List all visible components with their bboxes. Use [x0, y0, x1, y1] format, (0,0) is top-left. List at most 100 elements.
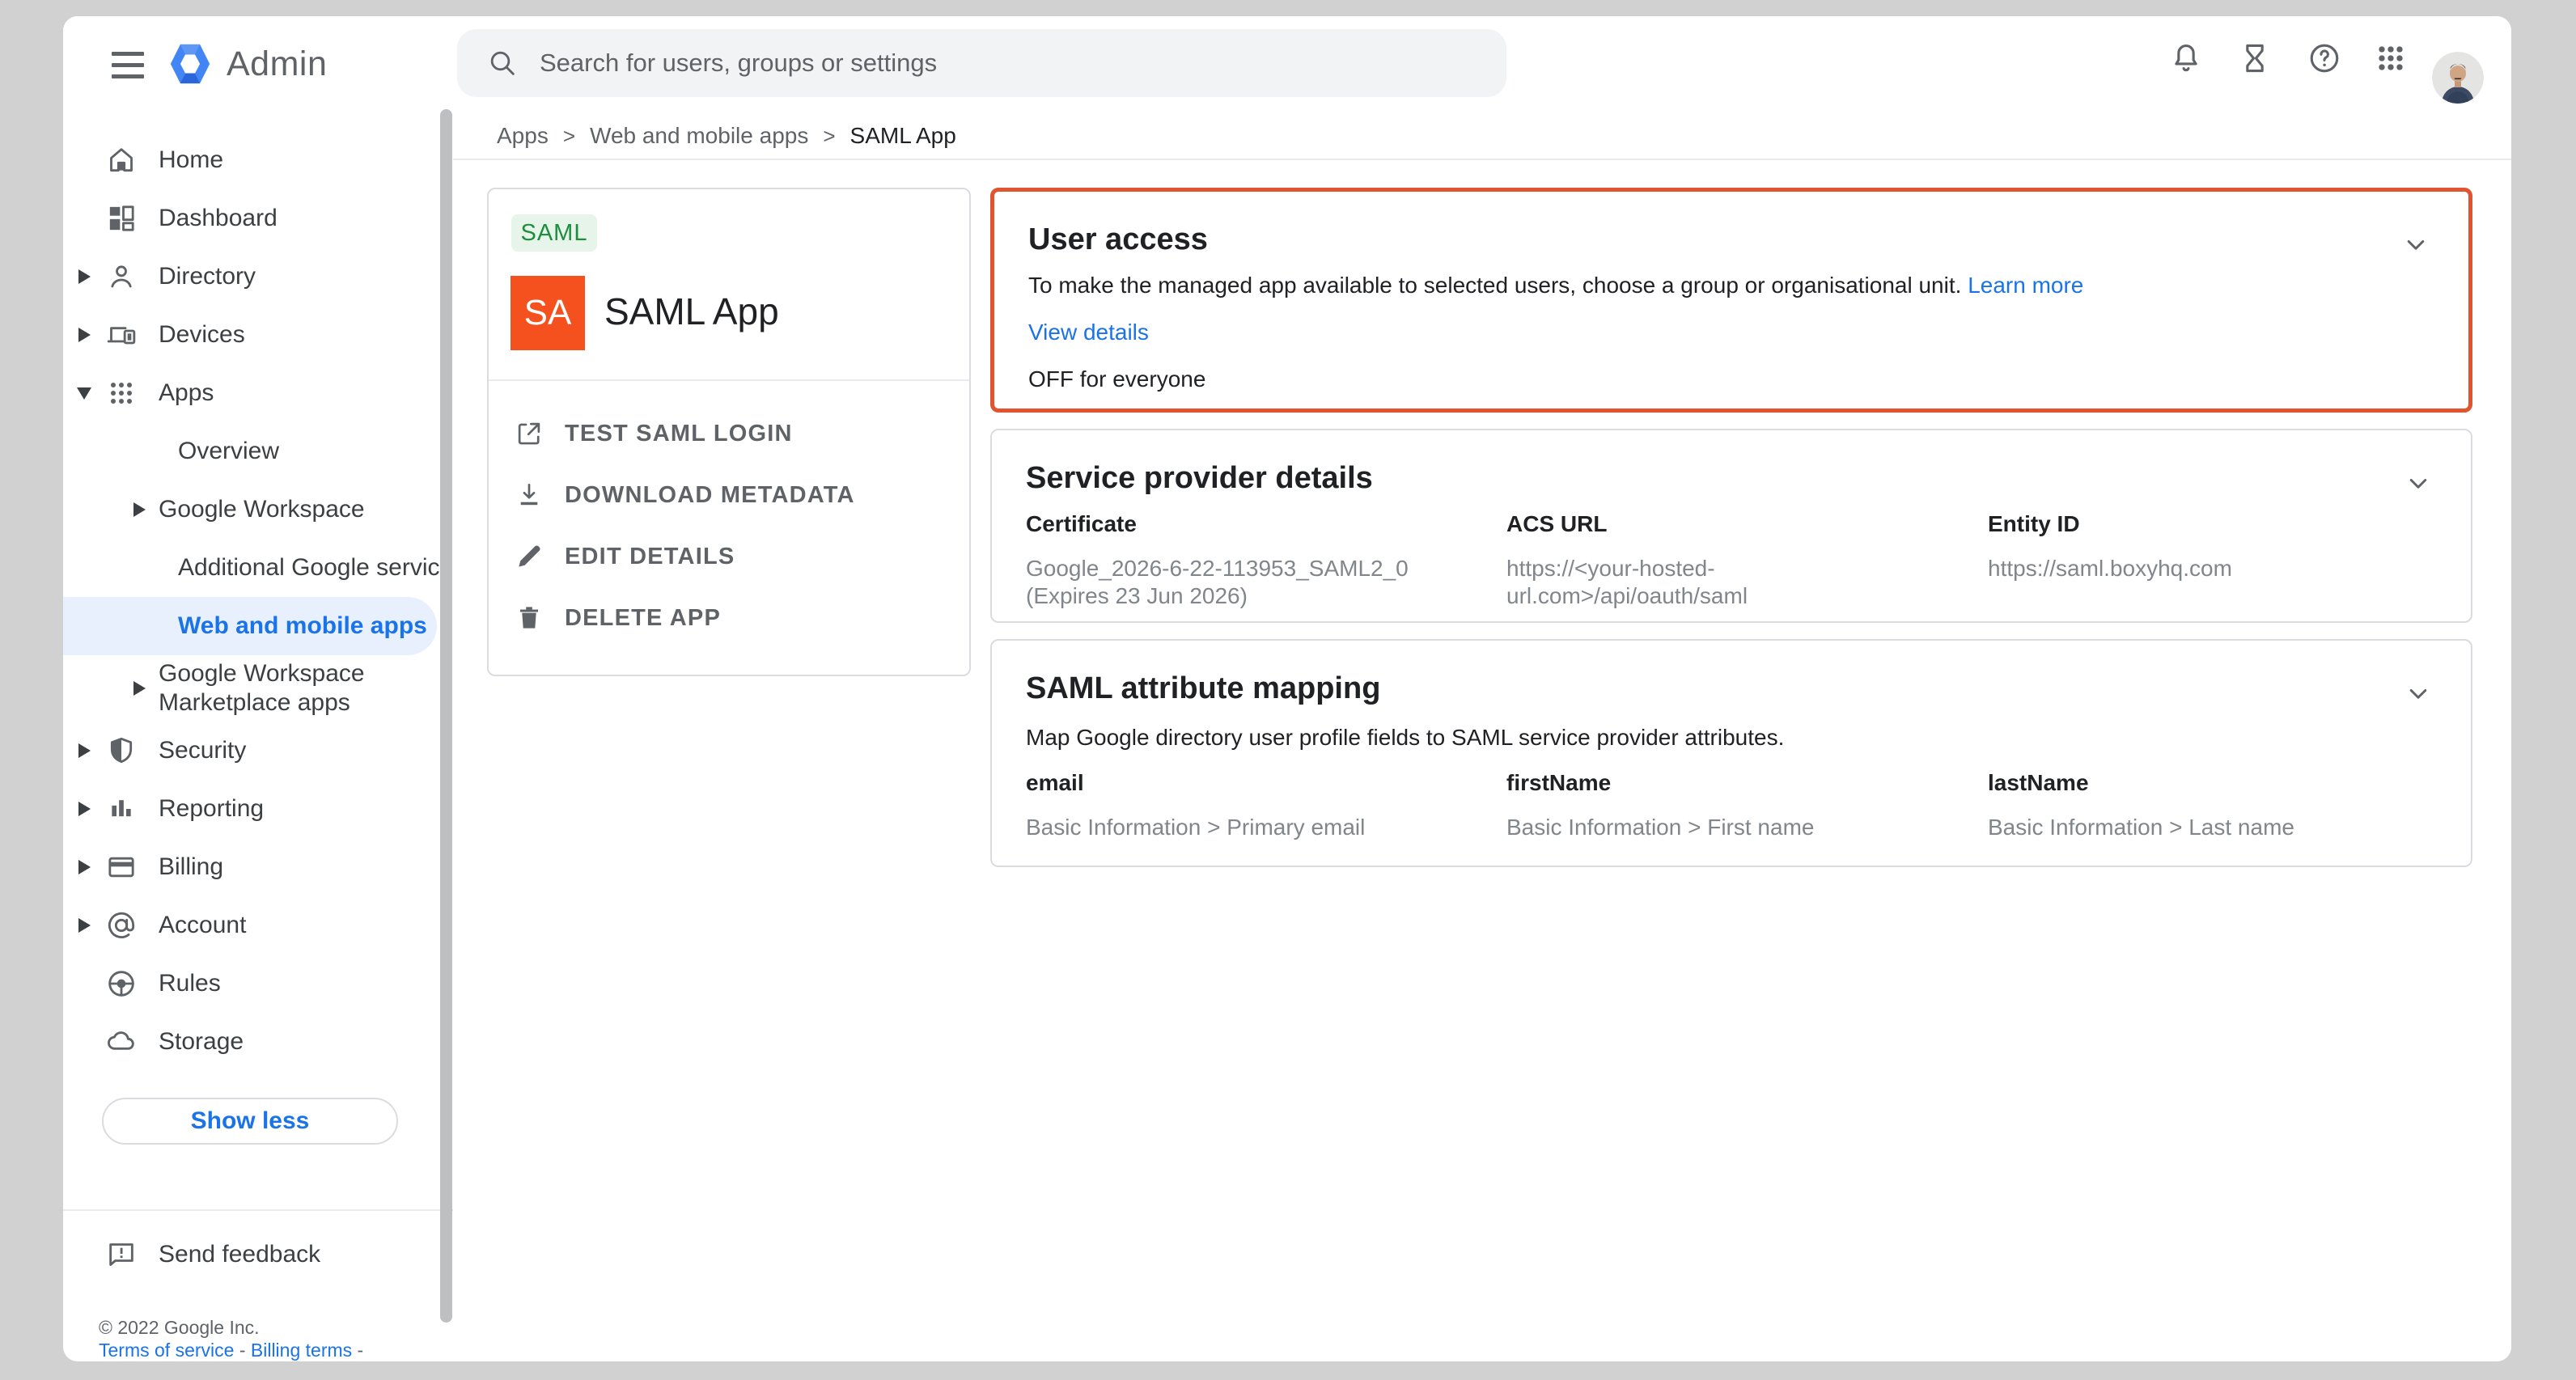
sidebar-footer: © 2022 Google Inc. Terms of service - Bi…	[63, 1316, 453, 1361]
user-access-title: User access	[1028, 222, 1208, 257]
sidebar-item-apps[interactable]: Apps	[63, 364, 453, 422]
expand-right-icon[interactable]	[73, 860, 95, 874]
person-icon	[104, 259, 139, 294]
cloud-icon	[104, 1024, 139, 1060]
sidebar-item-dashboard[interactable]: Dashboard	[63, 189, 453, 248]
apps-grid-icon[interactable]	[2371, 39, 2410, 78]
expand-right-icon[interactable]	[73, 328, 95, 342]
expand-right-icon[interactable]	[73, 743, 95, 758]
acs-url-value: https://<your-hosted-url.com>/api/oauth/…	[1506, 555, 1846, 610]
view-details-link[interactable]: View details	[1028, 320, 1149, 345]
expand-right-icon[interactable]	[73, 269, 95, 284]
card-divider	[489, 379, 969, 381]
sidebar-item-web-and-mobile-apps[interactable]: Web and mobile apps	[63, 597, 437, 655]
sidebar-item-google-workspace[interactable]: Google Workspace	[63, 480, 453, 539]
account-avatar[interactable]	[2432, 52, 2484, 104]
sidebar-item-reporting[interactable]: Reporting	[63, 780, 453, 838]
sidebar-item-home[interactable]: Home	[63, 131, 453, 189]
saml-badge: SAML	[511, 214, 597, 252]
app-title: SAML App	[604, 290, 779, 333]
attribute-mapping-title: SAML attribute mapping	[1026, 671, 1380, 706]
send-feedback-button[interactable]: Send feedback	[63, 1225, 453, 1284]
product-name: Admin	[227, 44, 327, 84]
pencil-icon	[511, 539, 547, 574]
test-saml-login-button[interactable]: TEST SAML LOGIN	[489, 403, 969, 464]
devices-icon	[104, 317, 139, 353]
top-app-bar: Admin	[63, 16, 2511, 113]
sidebar-item-additional-google-services[interactable]: Additional Google services	[63, 539, 453, 597]
breadcrumb-separator: >	[823, 124, 835, 149]
tasks-hourglass-icon[interactable]	[2235, 39, 2274, 78]
learn-more-link[interactable]: Learn more	[1968, 273, 2083, 298]
delete-app-button[interactable]: DELETE APP	[489, 587, 969, 649]
sidebar-item-rules[interactable]: Rules	[63, 955, 453, 1013]
sidebar-item-google-workspace-marketplace-apps[interactable]: Google Workspace Marketplace apps	[63, 655, 453, 722]
expand-right-icon[interactable]	[73, 802, 95, 816]
sidebar-item-label: Home	[159, 146, 223, 174]
chevron-down-icon[interactable]	[2399, 227, 2433, 265]
sidebar-scrollbar[interactable]	[440, 109, 452, 1323]
breadcrumb-separator: >	[563, 124, 575, 149]
search-icon	[486, 47, 519, 79]
sidebar-item-overview[interactable]: Overview	[63, 422, 453, 480]
feedback-icon	[104, 1237, 139, 1272]
user-access-description: To make the managed app available to sel…	[1028, 273, 2083, 298]
credit-card-icon	[104, 849, 139, 885]
help-icon[interactable]	[2305, 39, 2344, 78]
collapse-down-icon[interactable]	[73, 387, 95, 400]
saml-attribute-mapping-card: SAML attribute mapping Map Google direct…	[990, 639, 2472, 867]
expand-right-icon[interactable]	[128, 502, 150, 517]
chevron-down-icon[interactable]	[2401, 466, 2435, 504]
sidebar-item-storage[interactable]: Storage	[63, 1013, 453, 1071]
trash-icon	[511, 600, 547, 636]
sidebar-nav: Home Dashboard Directo	[63, 113, 453, 1361]
steering-wheel-icon	[104, 966, 139, 1001]
certificate-expiry: (Expires 23 Jun 2026)	[1026, 582, 1414, 610]
app-avatar: SA	[511, 276, 585, 350]
expand-right-icon[interactable]	[73, 918, 95, 933]
download-metadata-button[interactable]: DOWNLOAD METADATA	[489, 464, 969, 526]
breadcrumb-apps[interactable]: Apps	[497, 123, 549, 149]
entity-id-value: https://saml.boxyhq.com	[1988, 555, 2376, 582]
entity-id-label: Entity ID	[1988, 511, 2437, 537]
at-sign-icon	[104, 908, 139, 943]
admin-logo[interactable]: Admin	[167, 40, 327, 87]
app-actions: TEST SAML LOGIN DOWNLOAD METADATA	[489, 403, 969, 649]
entity-id-column: Entity ID https://saml.boxyhq.com	[1988, 511, 2437, 610]
sidebar-item-billing[interactable]: Billing	[63, 838, 453, 896]
service-provider-columns: Certificate Google_2026-6-22-113953_SAML…	[1026, 511, 2437, 610]
sidebar-item-devices[interactable]: Devices	[63, 306, 453, 364]
search-input[interactable]	[540, 49, 1506, 78]
terms-of-service-link[interactable]: Terms of service	[99, 1340, 234, 1361]
chevron-down-icon[interactable]	[2401, 676, 2435, 714]
dashboard-icon	[104, 201, 139, 236]
certificate-label: Certificate	[1026, 511, 1506, 537]
firstname-attribute-label: firstName	[1506, 770, 1988, 796]
search-bar[interactable]	[457, 29, 1506, 97]
acs-url-label: ACS URL	[1506, 511, 1988, 537]
acs-url-column: ACS URL https://<your-hosted-url.com>/ap…	[1506, 511, 1988, 610]
admin-hexagon-icon	[167, 40, 214, 87]
admin-console-window: Admin	[63, 16, 2511, 1361]
user-access-status: OFF for everyone	[1028, 366, 1205, 392]
download-icon	[511, 477, 547, 513]
certificate-value: Google_2026-6-22-113953_SAML2_0 (Expires…	[1026, 555, 1414, 610]
lastname-mapping-column: lastName Basic Information > Last name	[1988, 770, 2437, 841]
edit-details-button[interactable]: EDIT DETAILS	[489, 526, 969, 587]
avatar-photo	[2432, 52, 2484, 104]
sidebar-item-account[interactable]: Account	[63, 896, 453, 955]
billing-terms-link[interactable]: Billing terms	[251, 1340, 352, 1361]
show-less-button[interactable]: Show less	[102, 1098, 398, 1145]
attribute-mapping-columns: email Basic Information > Primary email …	[1026, 770, 2437, 841]
expand-right-icon[interactable]	[128, 681, 150, 696]
shield-icon	[104, 733, 139, 768]
firstname-mapping-column: firstName Basic Information > First name	[1506, 770, 1988, 841]
attribute-mapping-description: Map Google directory user profile fields…	[1026, 725, 1784, 751]
breadcrumb-web-and-mobile-apps[interactable]: Web and mobile apps	[590, 123, 808, 149]
sidebar-item-security[interactable]: Security	[63, 722, 453, 780]
certificate-column: Certificate Google_2026-6-22-113953_SAML…	[1026, 511, 1506, 610]
apps-grid-icon	[104, 375, 139, 411]
notifications-bell-icon[interactable]	[2167, 39, 2205, 78]
menu-icon[interactable]	[105, 44, 150, 86]
sidebar-item-directory[interactable]: Directory	[63, 248, 453, 306]
